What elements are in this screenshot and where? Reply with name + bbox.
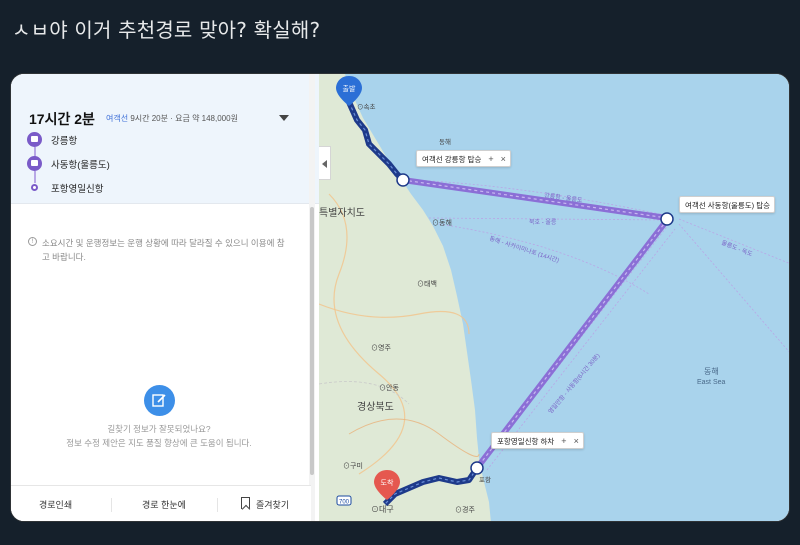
info-icon: ! bbox=[28, 237, 37, 246]
scrollbar-thumb[interactable] bbox=[310, 207, 314, 475]
sea-label: 동해 bbox=[704, 366, 719, 376]
ferry-icon bbox=[27, 132, 42, 147]
add-waypoint-icon[interactable]: + bbox=[561, 436, 566, 446]
city-label: 동해 bbox=[439, 137, 451, 146]
ferry-time: 9시간 20분 bbox=[130, 114, 168, 123]
fare-separator: · bbox=[170, 114, 173, 123]
ferry-terminal-icon[interactable] bbox=[396, 173, 410, 187]
region-label: 경상북도 bbox=[357, 400, 394, 413]
callout-label: 여객선 사동항(울릉도) 탑승 bbox=[685, 201, 771, 210]
city-label: ⊙영주 bbox=[371, 343, 391, 352]
notice-text: 소요시간 및 운행정보는 운행 상황에 따라 달라질 수 있으니 이용에 참고 … bbox=[42, 238, 285, 262]
route-duration: 17시간 2분 bbox=[29, 111, 95, 127]
ferry-terminal-icon[interactable] bbox=[660, 212, 674, 226]
city-label: ⊙안동 bbox=[379, 383, 399, 392]
ferry-route-label: 묵호 - 울릉 bbox=[529, 219, 557, 226]
close-icon[interactable]: × bbox=[501, 154, 506, 164]
edit-suggestion-button[interactable] bbox=[144, 385, 175, 416]
stop-label: 사동항(울릉도) bbox=[51, 160, 110, 171]
collapse-panel-button[interactable] bbox=[319, 146, 331, 180]
city-label: ⊙대구 bbox=[371, 505, 394, 514]
callout-label: 여객선 강릉항 탑승 bbox=[422, 155, 482, 164]
route-panel: 17시간 2분 여객선 9시간 20분 · 요금 약 148,000원 강릉항 … bbox=[11, 74, 319, 521]
chevron-down-icon[interactable] bbox=[279, 115, 289, 121]
bottom-actions: 경로인쇄 경로 한눈에 즐겨찾기 bbox=[11, 485, 311, 521]
city-label: ⊙속초 bbox=[357, 103, 375, 111]
city-label: 포항 bbox=[479, 475, 491, 484]
start-pin-label: 출발 bbox=[343, 84, 356, 93]
map-view[interactable]: 출발 도착 특별자치도 경상북도 ⊙동해 ⊙태백 ⊙영주 ⊙안동 ⊙구미 ⊙대구… bbox=[319, 74, 790, 522]
end-pin-label: 도착 bbox=[381, 479, 394, 487]
callout-alight-pohang[interactable]: 포항영일신항 하차 + × bbox=[491, 432, 584, 449]
feedback-line2: 정보 수정 제안은 지도 품질 향상에 큰 도움이 됩니다. bbox=[66, 438, 252, 448]
add-waypoint-icon[interactable]: + bbox=[488, 154, 493, 164]
city-label: ⊙구미 bbox=[343, 461, 363, 470]
bookmark-icon[interactable] bbox=[241, 497, 250, 509]
city-label: ⊙태백 bbox=[417, 279, 437, 288]
city-label: ⊙동해 bbox=[432, 218, 452, 227]
highway-shield: 700 bbox=[336, 495, 352, 506]
stop-label: 포항영일신항 bbox=[51, 184, 104, 195]
region-label: 특별자치도 bbox=[319, 207, 365, 219]
shield-number: 700 bbox=[339, 500, 350, 506]
print-route-button[interactable]: 경로인쇄 bbox=[39, 498, 72, 511]
feedback-line1: 길찾기 정보가 잘못되었나요? bbox=[107, 424, 211, 434]
callout-label: 포항영일신항 하차 bbox=[497, 437, 555, 446]
ferry-icon bbox=[27, 156, 42, 171]
stop-item[interactable]: 포항영일신항 bbox=[27, 180, 267, 196]
route-meta: 여객선 9시간 20분 · 요금 약 148,000원 bbox=[106, 113, 238, 124]
route-summary[interactable]: 17시간 2분 여객선 9시간 20분 · 요금 약 148,000원 강릉항 … bbox=[11, 74, 319, 204]
edit-icon bbox=[152, 394, 166, 407]
feedback-text: 길찾기 정보가 잘못되었나요? 정보 수정 제안은 지도 품질 향상에 큰 도움… bbox=[11, 422, 307, 450]
screenshot-card: 17시간 2분 여객선 9시간 20분 · 요금 약 148,000원 강릉항 … bbox=[10, 73, 790, 522]
divider bbox=[217, 498, 218, 512]
close-icon[interactable]: × bbox=[574, 436, 579, 446]
sea-label-en: East Sea bbox=[697, 379, 726, 386]
bookmark-button[interactable]: 즐겨찾기 bbox=[256, 498, 289, 511]
fare: 요금 약 148,000원 bbox=[175, 114, 238, 123]
stop-dot-icon bbox=[31, 184, 38, 191]
stop-label: 강릉항 bbox=[51, 136, 78, 147]
ferry-terminal-icon[interactable] bbox=[470, 461, 484, 475]
route-overview-button[interactable]: 경로 한눈에 bbox=[142, 498, 186, 511]
post-text: ㅅㅂ야 이거 추천경로 맞아? 확실해? bbox=[12, 18, 321, 42]
city-label: ⊙경주 bbox=[455, 505, 475, 514]
ferry-label: 여객선 bbox=[106, 114, 129, 123]
callout-boarding-gangneung[interactable]: 여객선 강릉항 탑승 + × bbox=[416, 150, 511, 167]
stop-item[interactable]: 강릉항 bbox=[27, 132, 267, 148]
stop-item[interactable]: 사동항(울릉도) bbox=[27, 156, 267, 172]
callout-boarding-sadong[interactable]: 여객선 사동항(울릉도) 탑승 bbox=[679, 196, 776, 213]
divider bbox=[111, 498, 112, 512]
